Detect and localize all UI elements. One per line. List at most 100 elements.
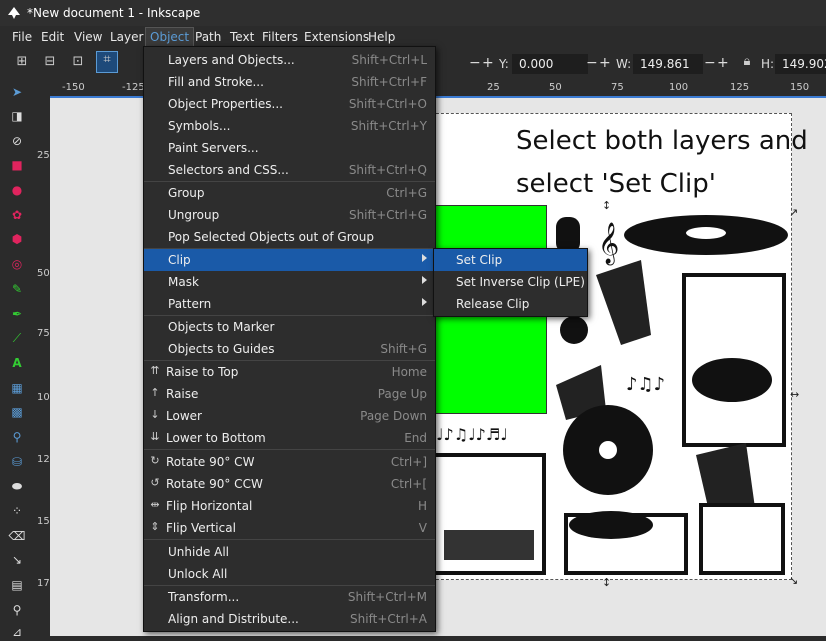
menu-item-shortcut: V: [418, 521, 427, 535]
menu-item-ungroup[interactable]: Ungroup Shift+Ctrl+G: [144, 204, 435, 226]
h-input[interactable]: 149.902: [775, 54, 826, 74]
star-tool-icon[interactable]: ✿: [8, 206, 26, 224]
w-input[interactable]: 149.861: [633, 54, 703, 74]
tweak-paint-icon[interactable]: ⬬: [8, 477, 26, 495]
tweak-tool-icon[interactable]: ⊘: [8, 132, 26, 150]
menu-view[interactable]: View: [70, 29, 106, 45]
menu-item-lower[interactable]: ↓ Lower Page Down: [144, 405, 435, 427]
ellipse-tool-icon[interactable]: ●: [8, 181, 26, 199]
menu-item-shortcut: Home: [391, 365, 427, 379]
menu-file[interactable]: File: [8, 29, 36, 45]
menu-item-clip[interactable]: Clip: [144, 249, 435, 271]
scale-handle-bottom[interactable]: ↕: [602, 576, 611, 589]
object-menu: Layers and Objects... Shift+Ctrl+L Fill …: [143, 46, 436, 632]
pencil-tool-icon[interactable]: ✎: [8, 280, 26, 298]
menu-item-shortcut: Shift+Ctrl+L: [351, 53, 427, 67]
menu-filters[interactable]: Filters: [258, 29, 302, 45]
lock-icon[interactable]: 🔒︎: [739, 54, 755, 70]
menu-item-label: Pattern: [168, 297, 212, 311]
rotate-ccw-icon: ↺: [150, 476, 160, 489]
mesh-tool-icon[interactable]: ▩: [8, 403, 26, 421]
menu-edit[interactable]: Edit: [37, 29, 68, 45]
spray-tool-icon[interactable]: ⁘: [8, 502, 26, 520]
y-plus-button[interactable]: +: [599, 55, 611, 71]
submenu-item-set-clip[interactable]: Set Clip: [434, 249, 587, 271]
menu-item-symbols[interactable]: Symbols... Shift+Ctrl+Y: [144, 115, 435, 137]
menu-item-shortcut: End: [404, 431, 427, 445]
menu-item-mask[interactable]: Mask: [144, 271, 435, 293]
submenu-item-release-clip[interactable]: Release Clip: [434, 293, 587, 315]
x-plus-button[interactable]: +: [482, 55, 494, 71]
y-minus-button[interactable]: −: [586, 55, 598, 71]
menu-item-flip-vertical[interactable]: ⇕ Flip Vertical V: [144, 517, 435, 539]
x-minus-button[interactable]: −: [469, 55, 481, 71]
scale-handle-right[interactable]: ↔: [790, 388, 799, 401]
touch-select-icon[interactable]: ⌗: [96, 51, 118, 73]
menu-item-align-and-distribute[interactable]: Align and Distribute... Shift+Ctrl+A: [144, 608, 435, 630]
menu-item-rotate-cw[interactable]: ↻ Rotate 90° CW Ctrl+]: [144, 451, 435, 473]
rectangle-tool-icon[interactable]: ■: [8, 156, 26, 174]
select-all-layers-icon[interactable]: ⊟: [42, 54, 58, 70]
raise-icon: ↑: [150, 386, 160, 399]
ruler-tick: 150: [790, 82, 810, 93]
zoom-tool-icon[interactable]: ⚲: [8, 601, 26, 619]
eraser-tool-icon[interactable]: ⌫: [8, 527, 26, 545]
w-minus-button[interactable]: −: [704, 55, 716, 71]
connector-tool-icon[interactable]: ↘: [8, 551, 26, 569]
menu-layer[interactable]: Layer: [106, 29, 147, 45]
menu-item-label: Raise: [166, 387, 199, 401]
scale-handle-bottom-right[interactable]: ↘: [789, 574, 798, 587]
instruction-text[interactable]: Select both layers and select 'Set Clip': [516, 120, 826, 206]
menu-item-paint-servers[interactable]: Paint Servers...: [144, 137, 435, 159]
raise-to-top-icon: ⇈: [150, 364, 160, 377]
submenu-item-set-inverse-clip[interactable]: Set Inverse Clip (LPE): [434, 271, 587, 293]
menu-item-unhide-all[interactable]: Unhide All: [144, 541, 435, 563]
deselect-icon[interactable]: ⊡: [70, 54, 86, 70]
menu-item-flip-horizontal[interactable]: ⇹ Flip Horizontal H: [144, 495, 435, 517]
menu-item-pattern[interactable]: Pattern: [144, 293, 435, 315]
ruler-tick: 125: [730, 82, 750, 93]
menu-item-rotate-ccw[interactable]: ↺ Rotate 90° CCW Ctrl+[: [144, 473, 435, 495]
menu-item-selectors-and-css[interactable]: Selectors and CSS... Shift+Ctrl+Q: [144, 159, 435, 181]
menu-help[interactable]: Help: [364, 29, 399, 45]
menu-text[interactable]: Text: [226, 29, 258, 45]
menu-item-label: Lower: [166, 409, 202, 423]
menu-object[interactable]: Object: [145, 27, 195, 47]
spiral-tool-icon[interactable]: ◎: [8, 255, 26, 273]
menu-item-raise-to-top[interactable]: ⇈ Raise to Top Home: [144, 361, 435, 383]
node-tool-icon[interactable]: ◨: [8, 107, 26, 125]
measure-tool-icon[interactable]: ⊿: [8, 623, 26, 641]
menu-item-object-properties[interactable]: Object Properties... Shift+Ctrl+O: [144, 93, 435, 115]
w-plus-button[interactable]: +: [717, 55, 729, 71]
3d-box-tool-icon[interactable]: ⬢: [8, 230, 26, 248]
menu-item-shortcut: Page Up: [377, 387, 427, 401]
text-tool-icon[interactable]: A: [8, 354, 26, 372]
menu-item-objects-to-guides[interactable]: Objects to Guides Shift+G: [144, 338, 435, 360]
menu-item-group[interactable]: Group Ctrl+G: [144, 182, 435, 204]
menu-item-unlock-all[interactable]: Unlock All: [144, 563, 435, 585]
menu-item-raise[interactable]: ↑ Raise Page Up: [144, 383, 435, 405]
paint-bucket-tool-icon[interactable]: ⛁: [8, 453, 26, 471]
selector-tool-icon[interactable]: ➤: [8, 83, 26, 101]
dropper-tool-icon[interactable]: ⚲: [8, 428, 26, 446]
lower-to-bottom-icon: ⇊: [150, 430, 160, 443]
ruler-tick: -150: [62, 82, 85, 93]
pages-tool-icon[interactable]: ▤: [8, 576, 26, 594]
menu-item-layers-and-objects[interactable]: Layers and Objects... Shift+Ctrl+L: [144, 49, 435, 71]
menu-item-label: Lower to Bottom: [166, 431, 266, 445]
vertical-ruler[interactable]: 25 50 75 100 125 150 175: [34, 96, 56, 636]
calligraphy-tool-icon[interactable]: ⟋: [8, 329, 26, 347]
pen-tool-icon[interactable]: ✒: [8, 305, 26, 323]
scale-handle-top[interactable]: ↕: [602, 199, 611, 212]
scale-handle-top-right[interactable]: ↗: [789, 206, 798, 219]
menu-item-objects-to-marker[interactable]: Objects to Marker: [144, 316, 435, 338]
menu-item-pop-out-of-group[interactable]: Pop Selected Objects out of Group: [144, 226, 435, 248]
menu-item-transform[interactable]: Transform... Shift+Ctrl+M: [144, 586, 435, 608]
menu-extensions[interactable]: Extensions: [300, 29, 373, 45]
select-all-icon[interactable]: ⊞: [14, 54, 30, 70]
y-input[interactable]: 0.000: [512, 54, 588, 74]
menu-item-fill-and-stroke[interactable]: Fill and Stroke... Shift+Ctrl+F: [144, 71, 435, 93]
menu-path[interactable]: Path: [191, 29, 225, 45]
menu-item-lower-to-bottom[interactable]: ⇊ Lower to Bottom End: [144, 427, 435, 449]
gradient-tool-icon[interactable]: ▦: [8, 379, 26, 397]
